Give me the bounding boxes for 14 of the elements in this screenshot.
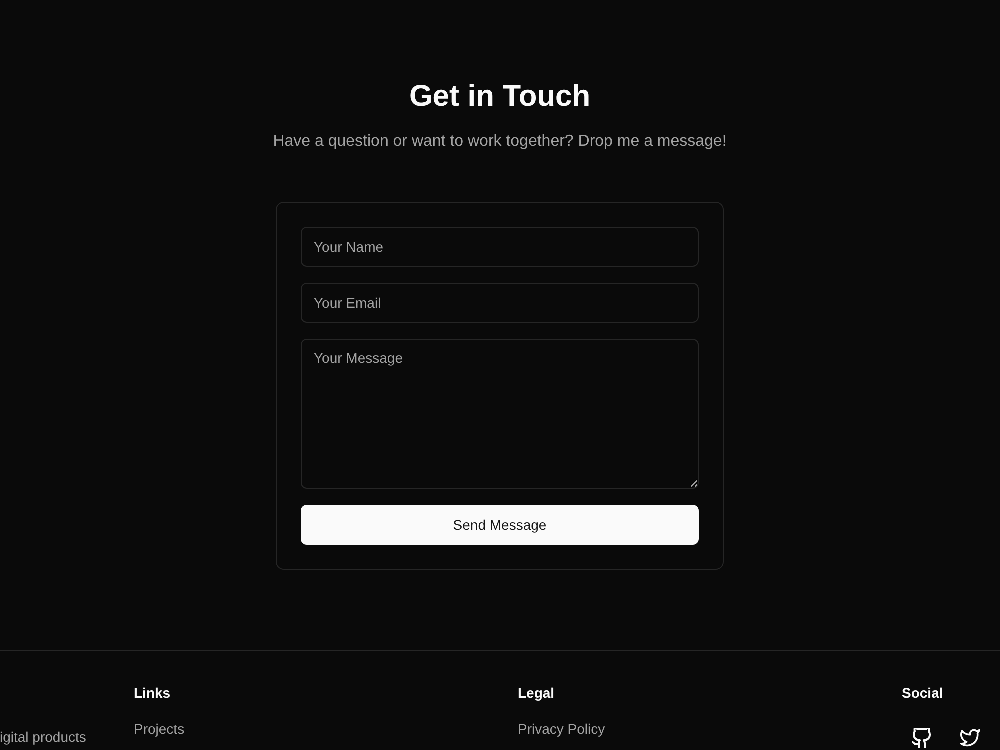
footer-heading: Social — [902, 684, 944, 703]
send-message-button[interactable]: Send Message — [301, 505, 699, 545]
footer-link[interactable]: Privacy Policy — [518, 719, 606, 739]
footer-heading: Legal — [518, 684, 555, 703]
footer-link[interactable]: Projects — [134, 719, 185, 739]
footer-heading: Links — [134, 684, 171, 703]
github-icon[interactable] — [912, 728, 932, 748]
page-title: Get in Touch — [409, 79, 591, 115]
message-field[interactable]: Your Message — [301, 339, 699, 489]
twitter-icon[interactable] — [960, 728, 980, 748]
input-field[interactable]: Your Email — [301, 283, 699, 323]
input-field[interactable]: Your Name — [301, 227, 699, 267]
page-subtitle: Have a question or want to work together? Drop me a message! — [273, 132, 727, 152]
footer-description: igital products — [0, 728, 86, 747]
